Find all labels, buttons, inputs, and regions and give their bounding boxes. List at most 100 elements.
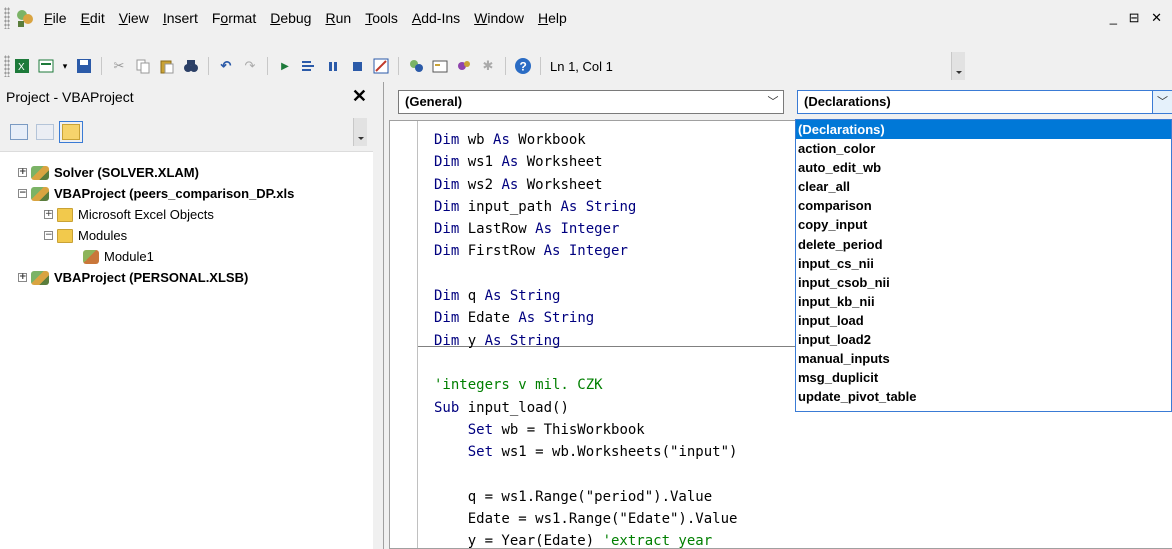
code-line[interactable]: q = ws1.Range("period").Value: [434, 486, 737, 508]
code-line[interactable]: 'integers v mil. CZK: [434, 374, 737, 396]
code-line[interactable]: [434, 463, 737, 485]
redo-icon[interactable]: ↷: [241, 57, 259, 75]
menu-item[interactable]: Add-Ins: [412, 10, 460, 26]
chevron-down-icon[interactable]: ﹀: [763, 91, 783, 113]
code-line[interactable]: Dim ws2 As Worksheet: [434, 174, 737, 196]
code-line[interactable]: Set ws1 = wb.Worksheets("input"): [434, 441, 738, 463]
vbe-logo-icon[interactable]: [14, 7, 36, 29]
reset-icon[interactable]: [348, 57, 366, 75]
object-browser-icon[interactable]: [455, 57, 473, 75]
help-icon[interactable]: ?: [514, 57, 532, 75]
dropdown-option[interactable]: input_cs_nii: [796, 254, 1171, 273]
view-excel-icon[interactable]: X: [13, 57, 31, 75]
step-icon[interactable]: [300, 57, 318, 75]
code-line[interactable]: Dim input_path As String: [434, 196, 737, 218]
margin-indicator-bar[interactable]: [390, 121, 418, 548]
window-controls[interactable]: _ ⊟ ✕: [1110, 10, 1166, 26]
properties-icon[interactable]: [431, 57, 449, 75]
code-line[interactable]: Set wb = ThisWorkbook: [434, 419, 737, 441]
toolbar-separator: [208, 57, 209, 75]
expand-icon[interactable]: +: [18, 273, 27, 282]
find-icon[interactable]: [182, 57, 200, 75]
cut-icon[interactable]: ✂: [110, 57, 128, 75]
dropdown-option[interactable]: auto_edit_wb: [796, 158, 1171, 177]
pane-toolbar-options-chevron[interactable]: [353, 118, 367, 146]
dropdown-option[interactable]: msg_duplicit: [796, 368, 1171, 387]
run-icon[interactable]: ▶: [276, 57, 294, 75]
dropdown-arrow-icon[interactable]: ▾: [61, 57, 69, 75]
close-icon[interactable]: ✕: [352, 86, 367, 107]
tree-node[interactable]: − VBAProject (peers_comparison_DP.xls: [0, 183, 373, 204]
collapse-icon[interactable]: −: [44, 231, 53, 240]
toolbox-icon[interactable]: ✱: [479, 57, 497, 75]
code-line[interactable]: Dim y As String: [434, 330, 737, 352]
menu-item[interactable]: Run: [325, 10, 351, 26]
code-line[interactable]: y = Year(Edate) 'extract year: [434, 530, 737, 549]
code-text[interactable]: Dim wb As Workbook Dim ws1 As Worksheet Di…: [434, 129, 737, 549]
view-object-icon[interactable]: [36, 123, 54, 140]
dropdown-option[interactable]: input_kb_nii: [796, 292, 1171, 311]
code-line[interactable]: Sub input_load(): [434, 397, 737, 419]
folder-icon: [57, 228, 73, 243]
tree-node[interactable]: + Solver (SOLVER.XLAM): [0, 162, 373, 183]
menu-item[interactable]: Edit: [81, 10, 105, 26]
menu-item[interactable]: Tools: [365, 10, 398, 26]
save-icon[interactable]: [75, 57, 93, 75]
procedure-combobox[interactable]: (Declarations) ﹀: [797, 90, 1172, 114]
tree-node[interactable]: − Modules: [0, 225, 373, 246]
menu-item[interactable]: Debug: [270, 10, 311, 26]
menu-grip[interactable]: [4, 7, 10, 29]
code-line[interactable]: Dim q As String: [434, 285, 737, 307]
break-icon[interactable]: [324, 57, 342, 75]
procedure-dropdown-list[interactable]: (Declarations) action_color auto_edit_wb cl…: [795, 119, 1172, 412]
design-mode-icon[interactable]: [372, 57, 390, 75]
project-explorer-icon[interactable]: [407, 57, 425, 75]
dropdown-option[interactable]: comparison: [796, 196, 1171, 215]
copy-icon[interactable]: [134, 57, 152, 75]
code-line[interactable]: Edate = ws1.Range("Edate").Value: [434, 508, 738, 530]
dropdown-option[interactable]: (Declarations): [796, 120, 1171, 140]
dropdown-option[interactable]: input_load: [796, 311, 1171, 330]
collapse-icon[interactable]: −: [18, 189, 27, 198]
menu-item[interactable]: Help: [538, 10, 567, 26]
tree-node[interactable]: Module1: [0, 246, 373, 267]
object-combobox[interactable]: (General) ﹀: [398, 90, 784, 114]
code-keyword: As: [501, 154, 519, 171]
menu-item[interactable]: Format: [212, 10, 256, 26]
dropdown-option[interactable]: input_load2: [796, 330, 1171, 349]
chevron-down-icon[interactable]: ﹀: [1152, 91, 1172, 113]
code-line[interactable]: Dim LastRow As Integer: [434, 218, 737, 240]
dropdown-option[interactable]: update_pivot_table: [796, 387, 1171, 406]
tree-node[interactable]: + VBAProject (PERSONAL.XLSB): [0, 267, 373, 288]
code-line[interactable]: Dim Edate As String: [434, 307, 737, 329]
menu-item[interactable]: Insert: [163, 10, 198, 26]
code-line[interactable]: [434, 263, 737, 285]
code-line[interactable]: Dim FirstRow As Integer: [434, 240, 737, 262]
code-token: Worksheet: [518, 176, 603, 193]
view-code-icon[interactable]: [10, 123, 28, 140]
insert-userform-icon[interactable]: [37, 57, 55, 75]
menu-item[interactable]: File: [44, 10, 67, 26]
dropdown-option[interactable]: input_csob_nii: [796, 273, 1171, 292]
menu-item-accelerator: F: [44, 10, 53, 26]
code-keyword: Sub: [434, 399, 460, 416]
code-line[interactable]: [434, 352, 737, 374]
code-line[interactable]: Dim wb As Workbook: [434, 129, 737, 151]
toolbar-options-chevron[interactable]: [951, 52, 965, 80]
tree-node[interactable]: + Microsoft Excel Objects: [0, 204, 373, 225]
dropdown-option[interactable]: delete_period: [796, 235, 1171, 254]
menu-item[interactable]: Window: [474, 10, 524, 26]
expand-icon[interactable]: +: [18, 168, 27, 177]
code-line[interactable]: Dim ws1 As Worksheet: [434, 151, 737, 173]
toggle-folders-icon[interactable]: [59, 120, 83, 143]
dropdown-option[interactable]: copy_input: [796, 215, 1171, 234]
paste-icon[interactable]: [158, 57, 176, 75]
menu-item[interactable]: View: [119, 10, 149, 26]
undo-icon[interactable]: ↶: [217, 57, 235, 75]
tree-node-label: Modules: [78, 228, 128, 243]
toolbar-grip[interactable]: [4, 55, 10, 77]
dropdown-option[interactable]: clear_all: [796, 177, 1171, 196]
dropdown-option[interactable]: action_color: [796, 139, 1171, 158]
dropdown-option[interactable]: manual_inputs: [796, 349, 1171, 368]
expand-icon[interactable]: +: [44, 210, 53, 219]
